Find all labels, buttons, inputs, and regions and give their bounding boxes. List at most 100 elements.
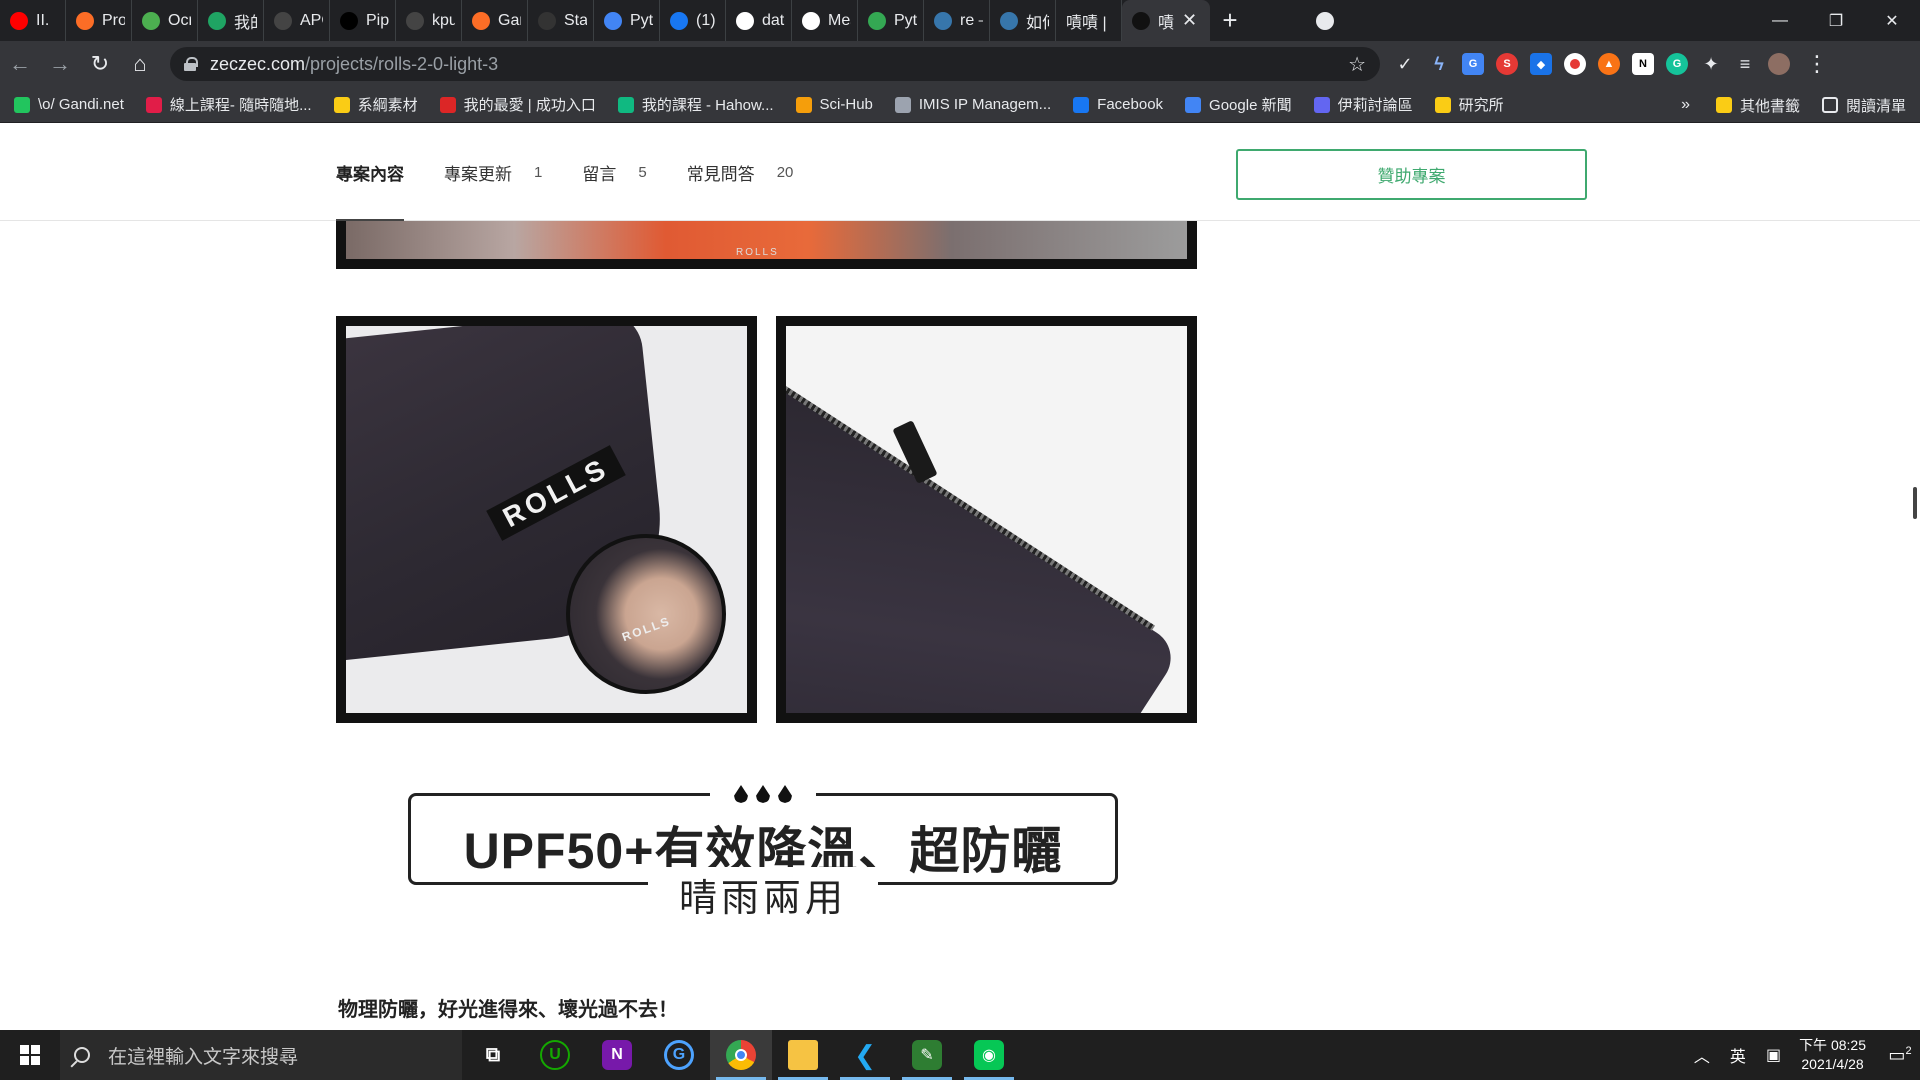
droplets-icon <box>710 783 816 805</box>
ime-mode-icon[interactable]: ▣ <box>1766 1045 1781 1065</box>
project-tab[interactable]: 專案更新 1 <box>444 123 542 221</box>
google-drive-icon <box>208 11 226 30</box>
fire-icon[interactable]: ▲ <box>1598 53 1620 75</box>
chevron-up-icon[interactable]: ︿ <box>1694 1043 1710 1067</box>
browser-tab[interactable]: Start <box>528 0 594 41</box>
task-view-button[interactable]: ⧉ <box>462 1030 524 1080</box>
bookmark-icon <box>333 96 350 113</box>
new-tab-button[interactable]: + <box>1210 5 1250 36</box>
tab-title: 嘖嘖 | <box>1066 14 1107 32</box>
browser-tab[interactable]: OcrSt <box>132 0 198 41</box>
check-icon[interactable]: ✓ <box>1394 53 1416 75</box>
browser-tab[interactable]: Piper <box>330 0 396 41</box>
shield-icon[interactable]: ◆ <box>1530 53 1552 75</box>
start-button[interactable] <box>0 1030 60 1080</box>
bookmark-label: 系綱素材 <box>357 97 418 114</box>
product-photo-zipper <box>776 316 1197 723</box>
notification-count: 2 <box>1905 1044 1912 1057</box>
bookmark-icon <box>14 96 30 113</box>
bookmark-icon <box>617 96 634 113</box>
browser-tab[interactable]: 嘖嘖 | <box>1056 0 1122 41</box>
browser-tab[interactable]: kpu/k <box>396 0 462 41</box>
reading-list-button[interactable]: 閱讀清單 <box>1821 95 1906 116</box>
bookmark-item[interactable]: 系綱素材 <box>333 94 418 115</box>
browser-tab[interactable]: Pytho <box>594 0 660 41</box>
tab-active[interactable]: 嘖 ✕ <box>1122 0 1210 41</box>
back-button[interactable]: ← <box>0 44 40 84</box>
clock[interactable]: 下午 08:25 2021/4/28 <box>1799 1036 1866 1074</box>
bookmark-star-icon[interactable]: ☆ <box>1348 52 1366 77</box>
media-control-icon[interactable]: ≡ <box>1734 53 1756 75</box>
more-bookmarks-button[interactable]: » <box>1681 96 1690 114</box>
forward-button[interactable]: → <box>40 44 80 84</box>
bolt-icon[interactable]: ϟ <box>1428 53 1450 75</box>
taskbar-app-pen[interactable]: ✎ <box>896 1030 958 1080</box>
ime-indicator[interactable]: 英 <box>1730 1043 1746 1067</box>
scrollbar-thumb[interactable] <box>1913 487 1917 519</box>
taskbar-app-upwork[interactable]: U <box>524 1030 586 1080</box>
project-tab[interactable]: 留言 5 <box>582 123 646 221</box>
translate-icon[interactable]: G <box>1462 53 1484 75</box>
bookmark-item[interactable]: 伊莉討論區 <box>1313 94 1413 115</box>
browser-tab[interactable]: 如何使 <box>990 0 1056 41</box>
close-tab-icon[interactable]: ✕ <box>1182 10 1197 31</box>
bookmark-item[interactable]: 我的最愛 | 成功入口 <box>439 94 596 115</box>
project-tab[interactable]: 專案內容 <box>336 123 404 221</box>
bookmark-item[interactable]: \o/ Gandi.net <box>14 96 124 113</box>
browser-tab[interactable]: Proje <box>66 0 132 41</box>
other-bookmarks-folder[interactable]: 其他書籤 <box>1715 95 1800 116</box>
browser-tab[interactable]: datet <box>726 0 792 41</box>
taskbar-app-vscode[interactable]: ❮ <box>834 1030 896 1080</box>
reload-button[interactable]: ↻ <box>80 44 120 84</box>
bookmark-item[interactable]: 線上課程- 隨時隨地... <box>145 94 312 115</box>
pen-app-icon: ✎ <box>912 1040 942 1070</box>
bookmark-label: Google 新聞 <box>1209 97 1292 114</box>
bookmark-item[interactable]: Facebook <box>1073 96 1163 113</box>
bookmark-item[interactable]: 研究所 <box>1434 94 1504 115</box>
tab-title: Pytho <box>894 11 917 29</box>
taskbar-app-chrome[interactable] <box>710 1030 772 1080</box>
restore-button[interactable]: ❐ <box>1808 0 1864 41</box>
bookmark-label: \o/ Gandi.net <box>38 96 124 113</box>
record-icon[interactable] <box>1564 53 1586 75</box>
fabric-shape <box>786 366 1183 713</box>
home-button[interactable]: ⌂ <box>120 44 160 84</box>
bookmark-item[interactable]: 我的課程 - Hahow... <box>617 94 774 115</box>
chrome-icon <box>726 1040 756 1070</box>
notion-icon[interactable]: N <box>1632 53 1654 75</box>
project-tab[interactable]: 常見問答 20 <box>687 123 794 221</box>
browser-tab[interactable]: Pytho <box>858 0 924 41</box>
gitlab-icon <box>472 11 490 30</box>
project-tab-label: 常見問答 <box>686 164 755 184</box>
taskbar-app-line[interactable]: ◉ <box>958 1030 1020 1080</box>
s-extension-icon[interactable]: S <box>1496 53 1518 75</box>
menu-icon[interactable]: ⋮ <box>1806 51 1828 77</box>
browser-tab[interactable]: (1) Fa <box>660 0 726 41</box>
bookmark-item[interactable]: Sci-Hub <box>795 96 873 113</box>
avatar[interactable] <box>1768 53 1790 75</box>
browser-tab[interactable]: Mess <box>792 0 858 41</box>
minimize-button[interactable]: — <box>1752 0 1808 41</box>
tab-search-button[interactable] <box>1310 6 1340 36</box>
browser-tab[interactable]: APCL <box>264 0 330 41</box>
notifications-button[interactable]: ▭2 <box>1880 1045 1920 1066</box>
bookmark-icon <box>1073 96 1090 113</box>
taskbar-app-explorer[interactable] <box>772 1030 834 1080</box>
grammarly-icon[interactable]: G <box>1666 53 1688 75</box>
address-bar[interactable]: zeczec.com/projects/rolls-2-0-light-3 ☆ <box>170 47 1380 81</box>
puzzle-icon[interactable]: ✦ <box>1700 53 1722 75</box>
bookmark-item[interactable]: Google 新聞 <box>1185 94 1292 115</box>
sponsor-button[interactable]: 贊助專案 <box>1236 149 1587 200</box>
bookmark-icon <box>795 96 812 113</box>
tab-title: 嘖 <box>1158 14 1175 32</box>
browser-tab[interactable]: 我的雲 <box>198 0 264 41</box>
bookmark-item[interactable]: IMIS IP Managem... <box>894 96 1051 113</box>
browser-tab-strip: II. Proje OcrSt 我的雲 APCL Piper kpu/k Gary Start P… <box>0 0 1920 41</box>
close-window-button[interactable]: ✕ <box>1864 0 1920 41</box>
browser-tab[interactable]: II. <box>0 0 66 41</box>
taskbar-search[interactable]: 在這裡輸入文字來搜尋 <box>60 1030 462 1080</box>
browser-tab[interactable]: re — <box>924 0 990 41</box>
browser-tab[interactable]: Gary <box>462 0 528 41</box>
taskbar-app-onenote[interactable]: N <box>586 1030 648 1080</box>
taskbar-app-g[interactable]: G <box>648 1030 710 1080</box>
